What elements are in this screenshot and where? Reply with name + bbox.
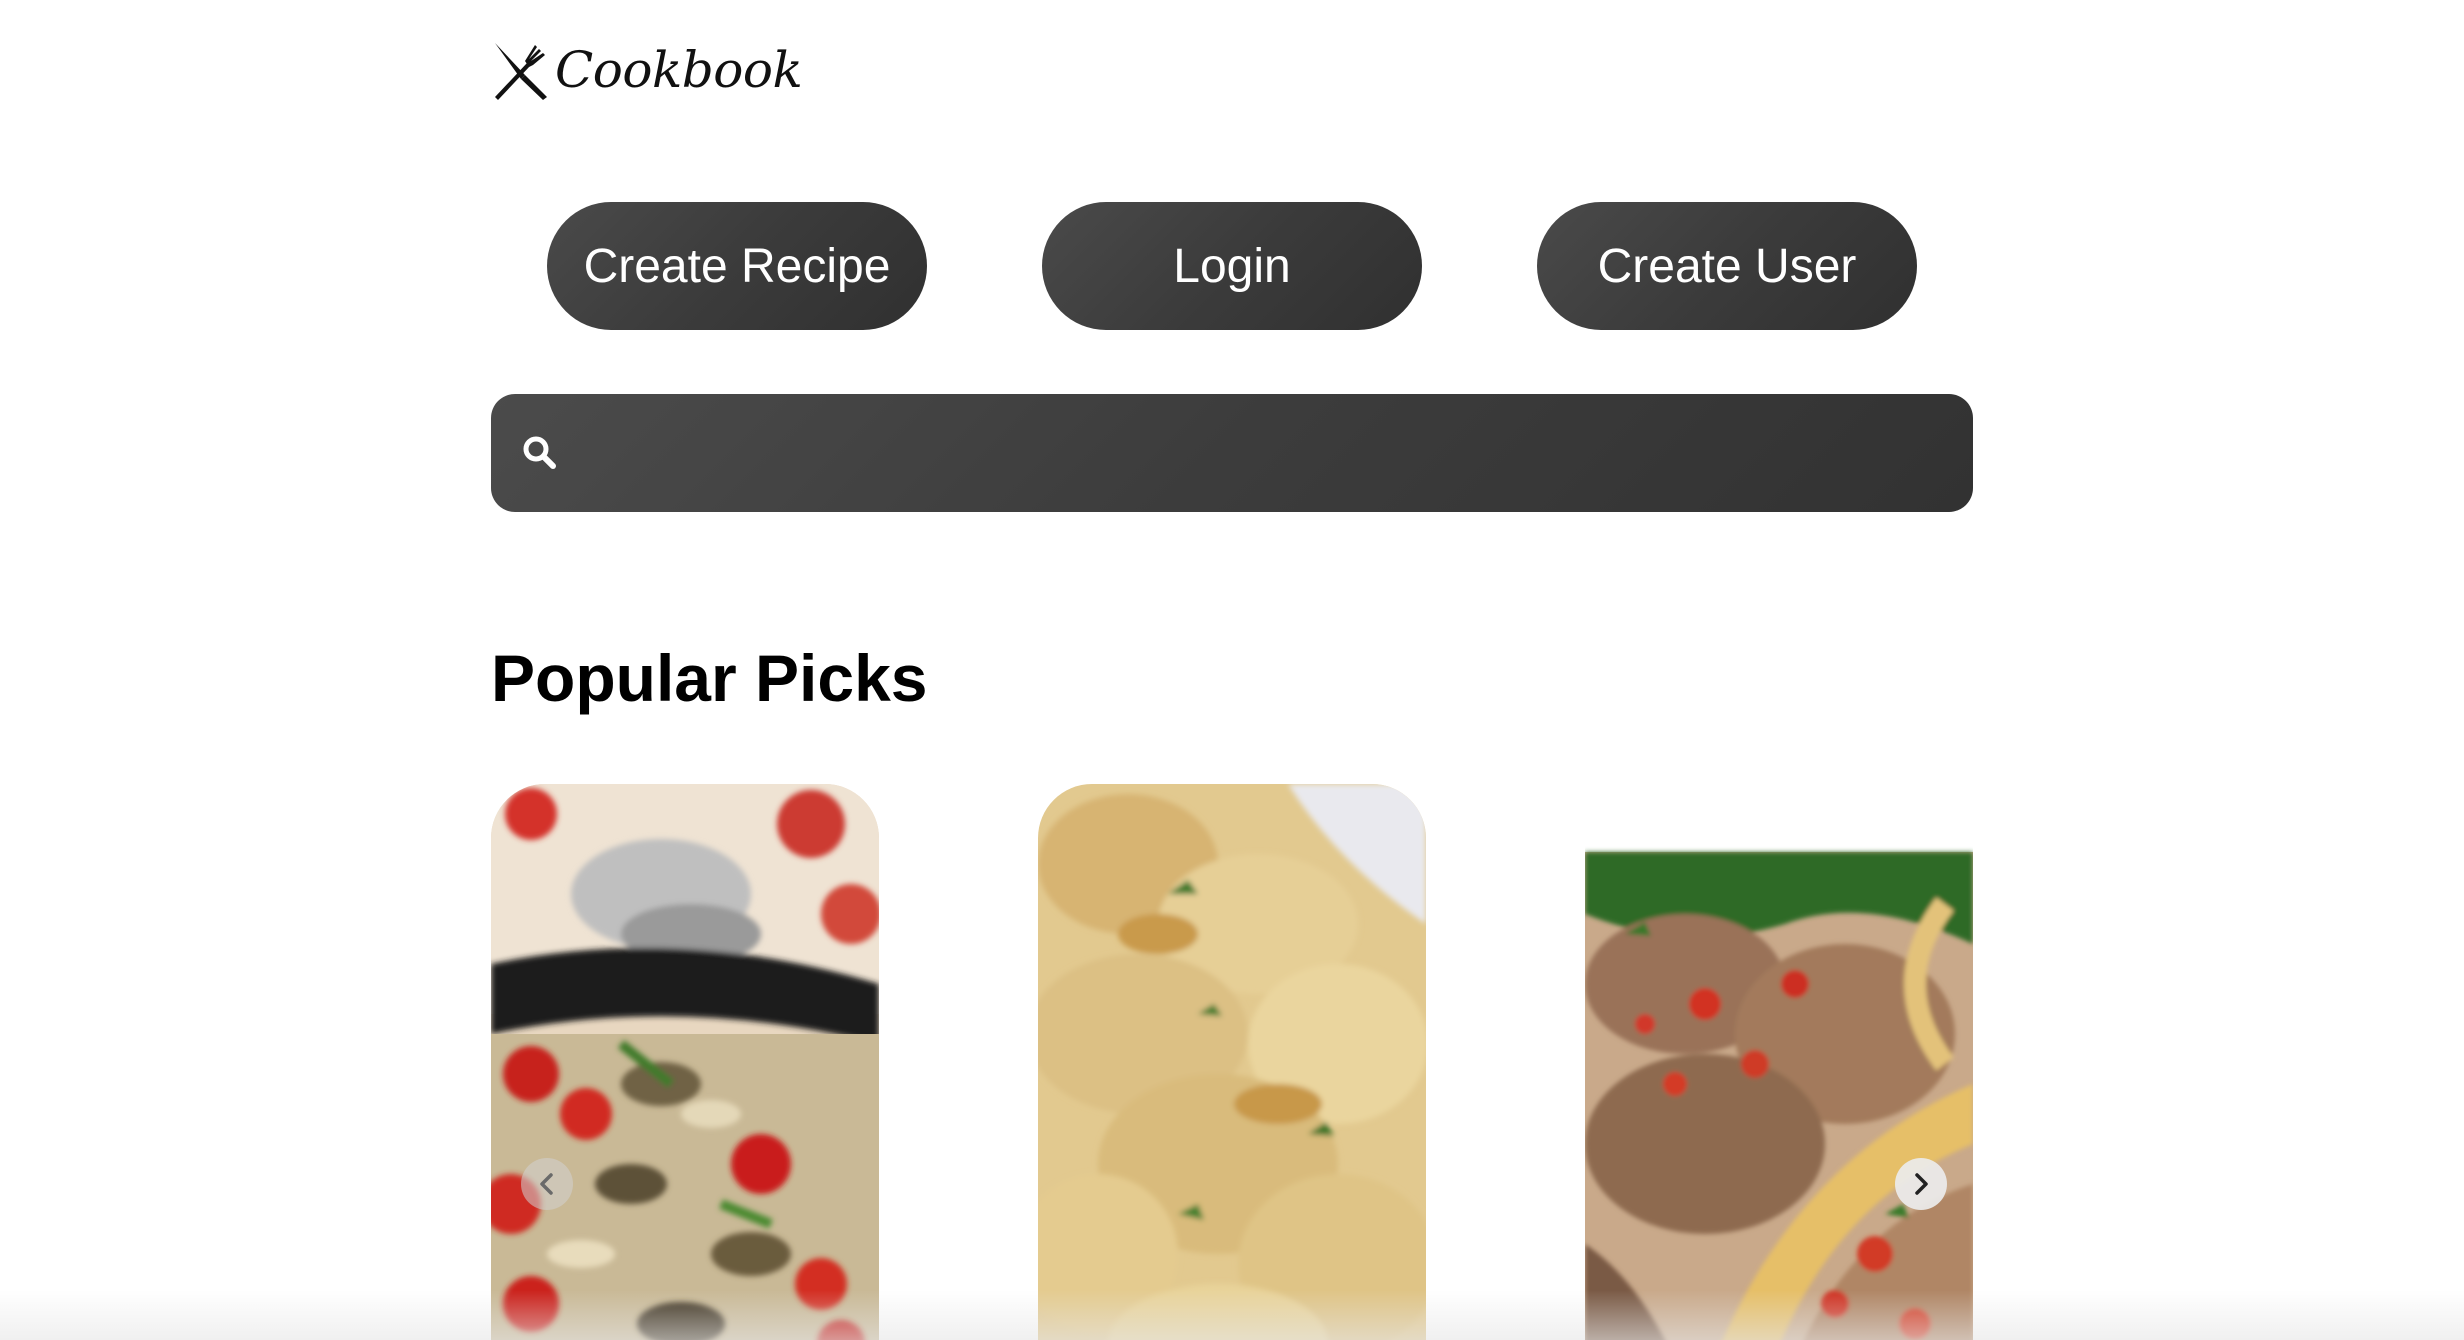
crossed-utensils-icon <box>495 43 547 100</box>
recipe-image-tacos <box>1585 784 1973 1340</box>
create-user-button[interactable]: Create User <box>1537 202 1917 330</box>
chevron-right-icon <box>1915 1173 1928 1195</box>
create-recipe-button[interactable]: Create Recipe <box>547 202 927 330</box>
carousel-next-button[interactable] <box>1895 1158 1947 1210</box>
recipe-card[interactable] <box>1038 784 1426 1340</box>
search-bar[interactable] <box>491 394 1973 514</box>
recipe-card[interactable] <box>1585 784 1973 1340</box>
logo-text: Cookbook <box>555 41 803 99</box>
search-icon <box>523 436 556 469</box>
search-input[interactable] <box>581 394 1945 514</box>
popular-picks-carousel <box>491 784 1973 1340</box>
chevron-left-icon <box>540 1173 553 1195</box>
recipe-card[interactable] <box>491 784 879 1340</box>
nav-bar: Create Recipe Login Create User <box>491 202 1973 330</box>
popular-picks-title: Popular Picks <box>491 641 928 715</box>
logo[interactable]: Cookbook <box>491 36 803 104</box>
recipe-image-pasta <box>491 784 879 1340</box>
login-button[interactable]: Login <box>1042 202 1422 330</box>
carousel-prev-button[interactable] <box>521 1158 573 1210</box>
page: Cookbook Create Recipe Login Create User… <box>0 0 2464 1340</box>
recipe-image-shrimp <box>1038 784 1426 1340</box>
